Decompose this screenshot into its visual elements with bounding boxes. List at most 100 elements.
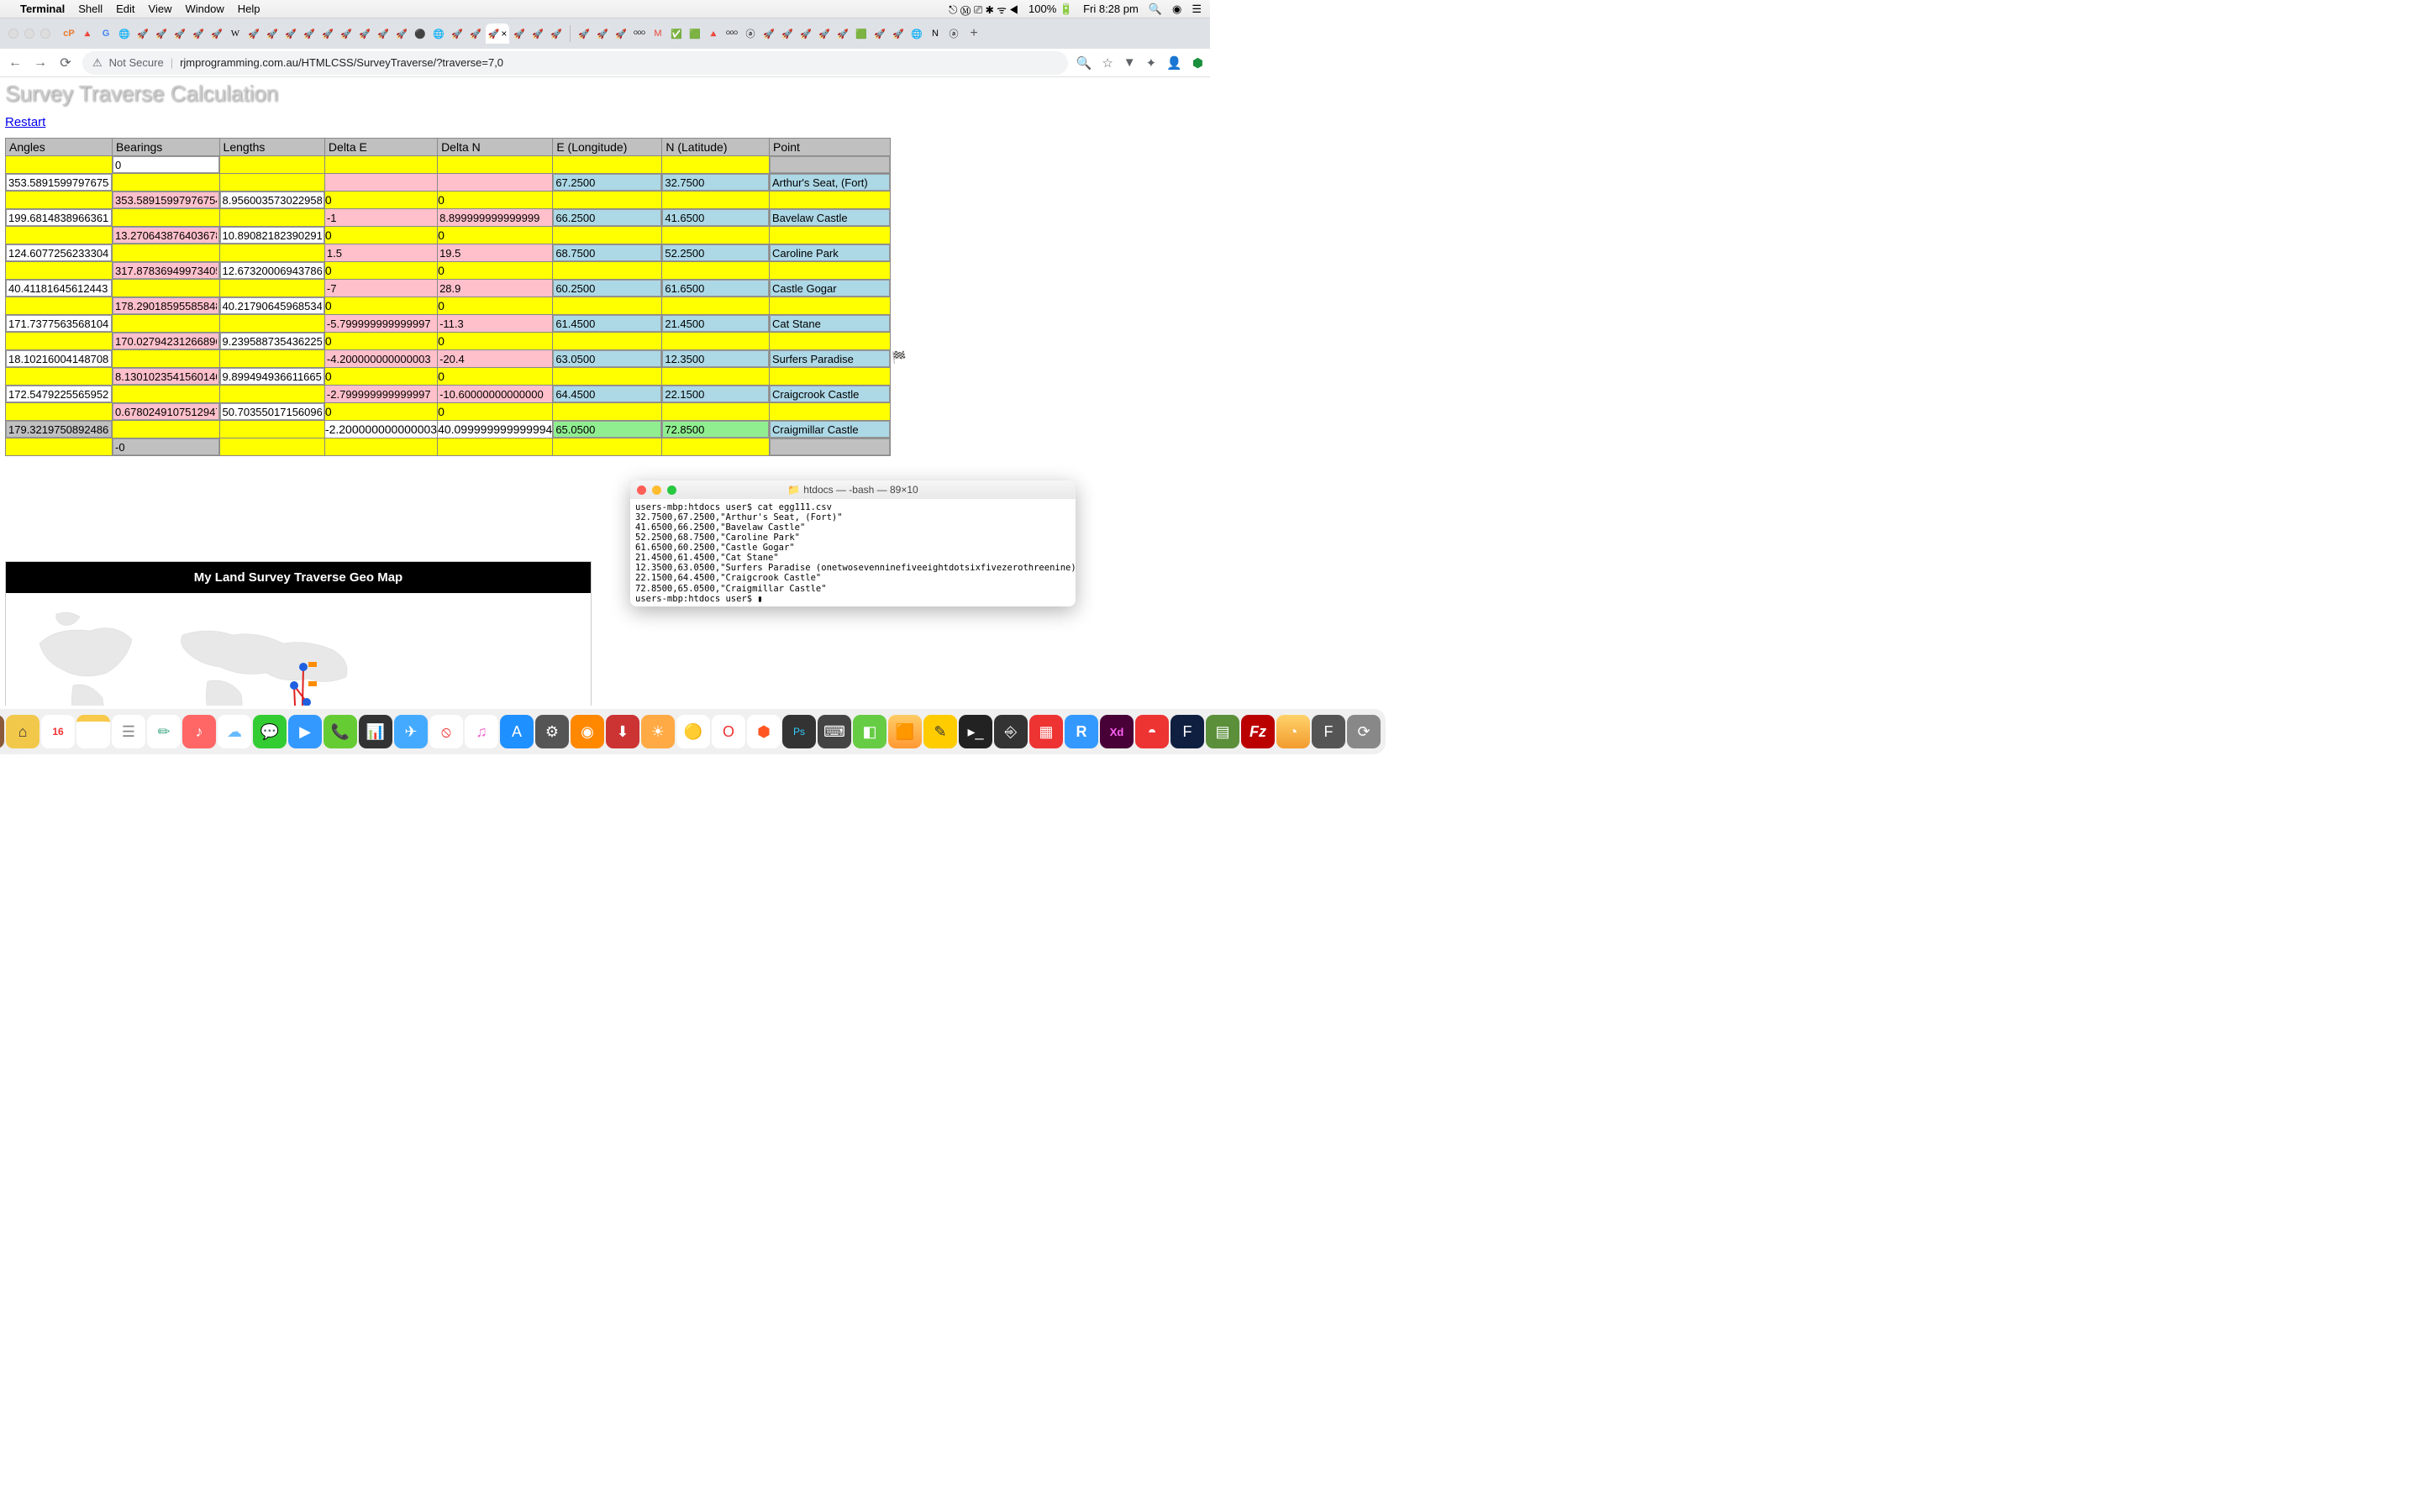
browser-tab[interactable]: 🚀 (797, 24, 814, 44)
spotlight-icon[interactable]: 🔍 (1149, 3, 1162, 16)
search-icon[interactable]: 🔍 (1076, 55, 1092, 71)
cell-input[interactable] (770, 280, 890, 297)
cell-input[interactable] (770, 350, 890, 367)
extensions-puzzle-icon[interactable]: ✦ (1146, 55, 1157, 71)
browser-tab[interactable]: ᴼᴼᴼ (723, 24, 740, 44)
bookmark-star-icon[interactable]: ☆ (1102, 55, 1113, 71)
browser-tab[interactable]: 🔺 (79, 24, 96, 44)
cell-input[interactable] (553, 209, 661, 226)
cell-input[interactable] (220, 297, 324, 314)
browser-tab[interactable]: G (97, 24, 114, 44)
dock-app[interactable]: F (1312, 715, 1345, 748)
dock-app[interactable]: 📊 (359, 715, 392, 748)
dock-app-appstore[interactable]: A (500, 715, 534, 748)
cell-input[interactable] (770, 156, 890, 173)
cell-input[interactable] (6, 209, 112, 226)
back-button[interactable]: ← (7, 55, 24, 71)
window-traffic-lights[interactable] (8, 29, 50, 39)
cell-input[interactable] (662, 350, 769, 367)
dock-app[interactable]: ✏ (147, 715, 181, 748)
browser-tab[interactable]: 🚀 (613, 24, 629, 44)
terminal-output[interactable]: users-mbp:htdocs user$ cat egg111.csv 32… (630, 499, 1076, 606)
forward-button[interactable]: → (32, 55, 49, 71)
dock-app[interactable]: ♪ (182, 715, 216, 748)
address-bar[interactable]: ⚠ Not Secure | rjmprogramming.com.au/HTM… (82, 51, 1068, 75)
cell-input[interactable] (662, 315, 769, 332)
battery-status[interactable]: 100% 🔋 (1028, 3, 1073, 16)
browser-tab[interactable]: 🚀 (171, 24, 188, 44)
profile-avatar-icon[interactable]: 👤 (1166, 55, 1182, 71)
cell-input[interactable] (662, 421, 769, 438)
dock-app[interactable]: ⎆ (994, 715, 1028, 748)
browser-tab[interactable]: ᴼᴼᴼ (631, 24, 648, 44)
cell-input[interactable] (113, 192, 219, 208)
cell-input[interactable] (113, 333, 219, 349)
cell-input[interactable] (6, 174, 112, 191)
cell-input[interactable] (553, 386, 661, 402)
dock-app[interactable]: ◉ (571, 715, 604, 748)
browser-tab[interactable]: ⓐ (945, 24, 962, 44)
browser-tab[interactable]: ⚫ (412, 24, 429, 44)
browser-tab[interactable]: M (650, 24, 666, 44)
cell-input[interactable] (662, 280, 769, 297)
browser-tab[interactable]: 🚀 (356, 24, 373, 44)
status-icons[interactable]: ⎋ Ⓜ ⎚ ✱ ᯤ ◀ (949, 2, 1018, 17)
browser-tab[interactable]: 🚀 (208, 24, 225, 44)
extension-shield-icon[interactable]: ⬢ (1192, 55, 1203, 71)
browser-tab[interactable]: 🚀 (576, 24, 592, 44)
browser-tab[interactable]: 🚀 (548, 24, 565, 44)
terminal-titlebar[interactable]: 📁htdocs — -bash — 89×10 (630, 480, 1076, 499)
clock[interactable]: Fri 8:28 pm (1083, 3, 1139, 15)
cell-input[interactable] (220, 403, 324, 420)
menu-shell[interactable]: Shell (78, 3, 103, 15)
dock-app[interactable]: ⚙ (535, 715, 569, 748)
browser-tab-active[interactable]: 🚀 × (486, 24, 509, 44)
dock-app-reminders[interactable]: ☰ (112, 715, 145, 748)
dock-app[interactable]: ♫ (465, 715, 498, 748)
browser-tab[interactable]: 🚀 (375, 24, 392, 44)
geo-map-body[interactable] (6, 593, 591, 706)
browser-tab[interactable]: 🌐 (116, 24, 133, 44)
menu-list-icon[interactable]: ☰ (1192, 3, 1202, 16)
cell-input[interactable] (220, 262, 324, 279)
dock-app-notes[interactable] (76, 715, 110, 748)
dock-app[interactable]: ⟳ (1347, 715, 1381, 748)
cell-input[interactable] (6, 421, 112, 438)
cell-input[interactable] (662, 386, 769, 402)
cell-input[interactable] (770, 174, 890, 191)
cell-input[interactable] (6, 315, 112, 332)
browser-tab[interactable]: cP (60, 24, 77, 44)
dock-app[interactable]: 📞 (324, 715, 357, 748)
tab-close-icon[interactable]: × (501, 28, 507, 39)
browser-tab[interactable]: 🚀 (449, 24, 466, 44)
browser-tab[interactable]: 🔺 (705, 24, 722, 44)
cell-input[interactable] (113, 368, 219, 385)
dock-app-opera[interactable]: O (712, 715, 745, 748)
dock-app[interactable]: ◓ (1135, 715, 1169, 748)
cell-input[interactable] (662, 244, 769, 261)
restart-link[interactable]: Restart (5, 115, 45, 129)
cell-input[interactable] (113, 262, 219, 279)
cell-input[interactable] (662, 174, 769, 191)
browser-tab[interactable]: 🟩 (687, 24, 703, 44)
dock-app[interactable]: ⌨ (818, 715, 851, 748)
cell-input[interactable] (770, 244, 890, 261)
browser-tab[interactable]: 🚀 (301, 24, 318, 44)
dock-app[interactable]: R (1065, 715, 1098, 748)
browser-tab[interactable]: 🚀 (190, 24, 207, 44)
dock-app[interactable]: ⦸ (429, 715, 463, 748)
cell-input[interactable] (6, 280, 112, 297)
browser-tab[interactable]: 🌐 (430, 24, 447, 44)
browser-tab[interactable]: 🚀 (594, 24, 611, 44)
cell-input[interactable] (6, 350, 112, 367)
browser-tab[interactable]: 🚀 (871, 24, 888, 44)
dock-app-filezilla[interactable]: Fz (1241, 715, 1275, 748)
cell-input[interactable] (553, 280, 661, 297)
menu-window[interactable]: Window (186, 3, 224, 15)
dock-app[interactable]: ✎ (923, 715, 957, 748)
cell-input[interactable] (553, 421, 661, 438)
dock-app[interactable]: ▦ (1029, 715, 1063, 748)
dock-app[interactable]: ☁ (218, 715, 251, 748)
cell-input[interactable] (770, 315, 890, 332)
reload-button[interactable]: ⟳ (57, 55, 74, 71)
